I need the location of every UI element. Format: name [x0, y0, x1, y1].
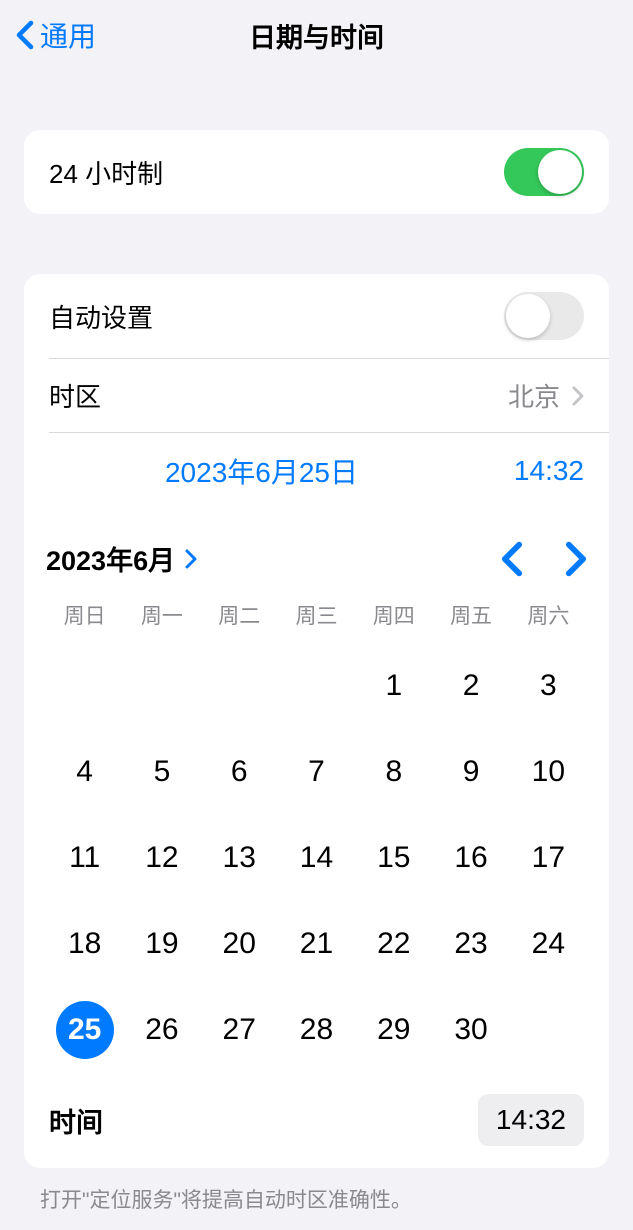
- day-cell[interactable]: 7: [278, 744, 355, 800]
- day-cell[interactable]: 5: [123, 744, 200, 800]
- chevron-right-icon: [572, 386, 584, 406]
- day-cell[interactable]: 3: [510, 658, 587, 714]
- back-button[interactable]: 通用: [16, 15, 96, 55]
- timezone-value: 北京: [508, 377, 560, 414]
- weekday-header: 周一: [123, 600, 200, 630]
- day-cell[interactable]: 10: [510, 744, 587, 800]
- time-label: 时间: [49, 1101, 103, 1140]
- weekday-header: 周二: [201, 600, 278, 630]
- day-empty: [46, 658, 123, 714]
- day-cell[interactable]: 8: [355, 744, 432, 800]
- timezone-row[interactable]: 时区 北京: [24, 359, 609, 432]
- twentyfour-hour-toggle[interactable]: [504, 148, 584, 196]
- month-label: 2023年6月: [46, 539, 175, 578]
- page-title: 日期与时间: [249, 16, 384, 55]
- time-picker[interactable]: 14:32: [478, 1094, 584, 1146]
- chevron-right-icon: [185, 549, 197, 569]
- day-cell[interactable]: 6: [201, 744, 278, 800]
- day-empty: [201, 658, 278, 714]
- weekday-header: 周六: [510, 600, 587, 630]
- footer-hint: 打开"定位服务"将提高自动时区准确性。: [0, 1168, 633, 1230]
- day-cell[interactable]: 27: [201, 1002, 278, 1058]
- day-cell[interactable]: 29: [355, 1002, 432, 1058]
- current-time[interactable]: 14:32: [474, 455, 584, 487]
- weekday-header: 周三: [278, 600, 355, 630]
- timezone-label: 时区: [49, 377, 101, 414]
- day-cell[interactable]: 23: [432, 916, 509, 972]
- twentyfour-hour-label: 24 小时制: [49, 154, 163, 191]
- day-cell[interactable]: 1: [355, 658, 432, 714]
- day-cell[interactable]: 14: [278, 830, 355, 886]
- day-cell[interactable]: 17: [510, 830, 587, 886]
- day-cell[interactable]: 13: [201, 830, 278, 886]
- day-cell[interactable]: 21: [278, 916, 355, 972]
- current-date[interactable]: 2023年6月25日: [49, 451, 474, 491]
- day-cell[interactable]: 18: [46, 916, 123, 972]
- weekday-header: 周五: [432, 600, 509, 630]
- day-cell[interactable]: 12: [123, 830, 200, 886]
- chevron-left-icon: [16, 20, 34, 50]
- day-empty: [123, 658, 200, 714]
- auto-set-label: 自动设置: [49, 298, 153, 335]
- day-cell[interactable]: 16: [432, 830, 509, 886]
- day-cell[interactable]: 30: [432, 1002, 509, 1058]
- day-cell[interactable]: 28: [278, 1002, 355, 1058]
- day-cell[interactable]: 26: [123, 1002, 200, 1058]
- back-label: 通用: [40, 15, 96, 55]
- day-cell[interactable]: 24: [510, 916, 587, 972]
- auto-set-toggle[interactable]: [504, 292, 584, 340]
- day-cell[interactable]: 15: [355, 830, 432, 886]
- day-cell[interactable]: 4: [46, 744, 123, 800]
- day-cell[interactable]: 20: [201, 916, 278, 972]
- weekday-header: 周四: [355, 600, 432, 630]
- day-cell[interactable]: 25: [46, 1002, 123, 1058]
- day-empty: [278, 658, 355, 714]
- prev-month-button[interactable]: [501, 541, 523, 577]
- day-cell[interactable]: 19: [123, 916, 200, 972]
- next-month-button[interactable]: [565, 541, 587, 577]
- day-cell[interactable]: 11: [46, 830, 123, 886]
- day-cell[interactable]: 9: [432, 744, 509, 800]
- month-selector[interactable]: 2023年6月: [46, 539, 197, 578]
- weekday-header: 周日: [46, 600, 123, 630]
- day-cell[interactable]: 2: [432, 658, 509, 714]
- day-cell[interactable]: 22: [355, 916, 432, 972]
